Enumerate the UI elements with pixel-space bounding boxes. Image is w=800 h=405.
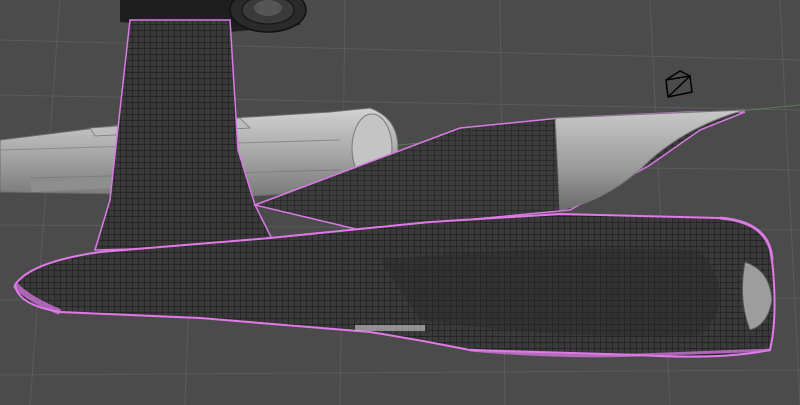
3d-viewport[interactable] (0, 0, 800, 405)
viewport-canvas[interactable] (0, 0, 800, 405)
